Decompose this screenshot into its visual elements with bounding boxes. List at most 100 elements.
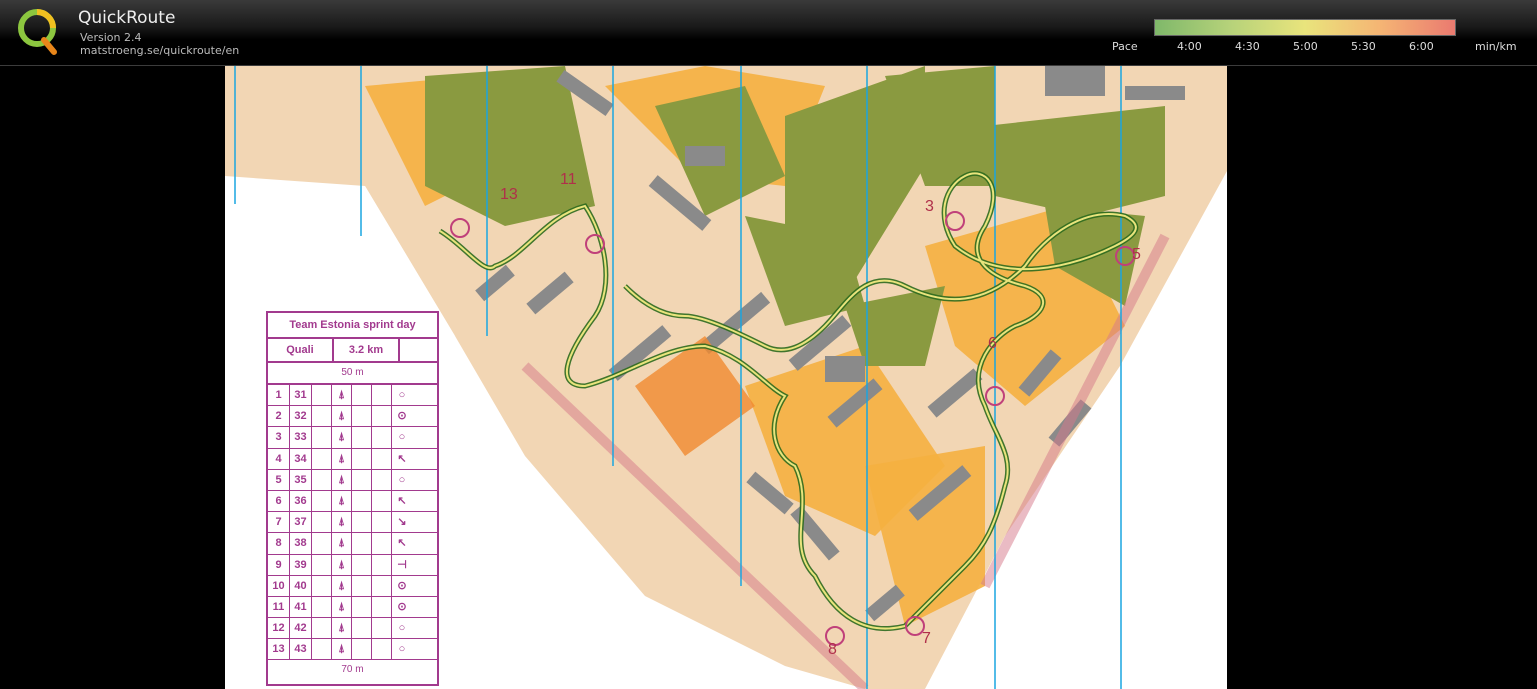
legend-cell: [372, 490, 392, 512]
control-number: 13: [500, 186, 518, 203]
pace-tick: 4:00: [1177, 40, 1202, 53]
control-number: 11: [560, 171, 577, 188]
legend-position-icon: ○: [398, 431, 406, 444]
legend-position-icon: ○: [398, 622, 406, 635]
legend-control-number: 3: [268, 427, 290, 448]
legend-cell: [312, 469, 332, 490]
control-number: 6: [988, 335, 997, 352]
legend-row: 7 37 ⍋ ↘: [268, 512, 437, 534]
legend-row: 10 40 ⍋ ⊙: [268, 575, 437, 597]
legend-cell: [352, 596, 372, 618]
legend-control-number: 9: [268, 554, 290, 575]
legend-cell: [312, 618, 332, 639]
legend-control-code: 34: [290, 448, 312, 469]
legend-feature-icon: ⍋: [332, 618, 352, 639]
legend-position-icon: ○: [398, 643, 406, 656]
control-number: 8: [828, 641, 837, 658]
pace-color-scale: [1154, 19, 1456, 36]
control-number: 5: [1132, 246, 1141, 263]
legend-cell: [372, 385, 392, 406]
legend-control-code: 37: [290, 512, 312, 533]
legend-control-code: 40: [290, 575, 312, 596]
legend-cell: [312, 639, 332, 660]
legend-control-code: 33: [290, 427, 312, 448]
legend-cell: [352, 618, 372, 639]
legend-cell: [352, 575, 372, 596]
legend-control-number: 7: [268, 512, 290, 533]
legend-feature-icon: ⍋: [332, 533, 352, 554]
legend-control-code: 32: [290, 406, 312, 427]
legend-cell: [352, 554, 372, 575]
legend-row: 11 41 ⍋ ⊙: [268, 596, 437, 619]
legend-row: 13 43 ⍋ ○: [268, 639, 437, 661]
legend-row: 4 34 ⍋ ↖: [268, 448, 437, 470]
legend-position-icon: ⊙: [397, 410, 407, 423]
legend-cell: [312, 448, 332, 469]
legend-position-icon: ⊙: [397, 600, 407, 613]
legend-feature-icon: ⍋: [332, 469, 352, 490]
legend-row: 2 32 ⍋ ⊙: [268, 406, 437, 428]
legend-feature-icon: ⍋: [332, 385, 352, 406]
legend-course-info: Quali 3.2 km: [268, 339, 437, 363]
legend-cell: [312, 596, 332, 618]
legend-position-icon: ↖: [397, 537, 407, 550]
legend-control-code: 35: [290, 469, 312, 490]
legend-position-icon: ○: [398, 389, 406, 401]
legend-row: 8 38 ⍋ ↖: [268, 533, 437, 555]
legend-feature-icon: ⍋: [332, 554, 352, 575]
legend-cell: [352, 406, 372, 427]
legend-feature-icon: ⍋: [332, 596, 352, 618]
legend-row: 1 31 ⍋ ○: [268, 385, 437, 407]
legend-cell: [312, 385, 332, 406]
legend-position-icon: ↖: [397, 494, 407, 507]
legend-feature-icon: ⍋: [332, 512, 352, 533]
legend-row: 9 39 ⍋ ⊣: [268, 554, 437, 576]
legend-control-number: 12: [268, 618, 290, 639]
pace-tick: 5:00: [1293, 40, 1318, 53]
app-version: Version 2.4: [80, 31, 142, 44]
legend-feature-icon: ⍋: [332, 639, 352, 660]
legend-cell: [312, 533, 332, 554]
legend-cell: [372, 575, 392, 596]
legend-cell: [372, 639, 392, 660]
legend-feature-icon: ⍋: [332, 448, 352, 469]
legend-cell: [352, 490, 372, 512]
legend-control-number: 4: [268, 448, 290, 469]
legend-control-number: 6: [268, 490, 290, 512]
legend-control-number: 11: [268, 596, 290, 618]
legend-cell: [372, 427, 392, 448]
pace-tick: 6:00: [1409, 40, 1434, 53]
legend-cell: [352, 469, 372, 490]
legend-start-distance: 50 m: [268, 363, 437, 385]
legend-cell: [352, 427, 372, 448]
control-number: 7: [922, 630, 931, 647]
legend-feature-icon: ⍋: [332, 427, 352, 448]
legend-cell: [372, 618, 392, 639]
legend-finish-distance: 70 m: [341, 664, 364, 676]
legend-cell: [312, 406, 332, 427]
legend-control-number: 10: [268, 575, 290, 596]
legend-cell: [372, 533, 392, 554]
legend-cell: [312, 554, 332, 575]
legend-distance: 3.2 km: [334, 339, 400, 361]
legend-cell: [352, 533, 372, 554]
legend-cell: [372, 554, 392, 575]
legend-cell: [372, 406, 392, 427]
quickroute-logo-icon: [18, 9, 57, 55]
legend-cell: [312, 512, 332, 533]
pace-unit-label: min/km: [1475, 40, 1517, 53]
legend-control-code: 43: [290, 639, 312, 660]
legend-position-icon: ⊙: [397, 579, 407, 592]
legend-feature-icon: ⍋: [332, 490, 352, 512]
legend-cell: [372, 469, 392, 490]
legend-cell: [372, 512, 392, 533]
legend-cell: [352, 385, 372, 406]
legend-row: 6 36 ⍋ ↖: [268, 490, 437, 513]
legend-position-icon: ↘: [397, 516, 407, 529]
legend-control-code: 41: [290, 596, 312, 618]
app-url-link[interactable]: matstroeng.se/quickroute/en: [80, 44, 239, 57]
legend-cell: [312, 490, 332, 512]
legend-cell: [352, 448, 372, 469]
legend-cell: [312, 427, 332, 448]
legend-position-icon: ○: [398, 473, 406, 486]
